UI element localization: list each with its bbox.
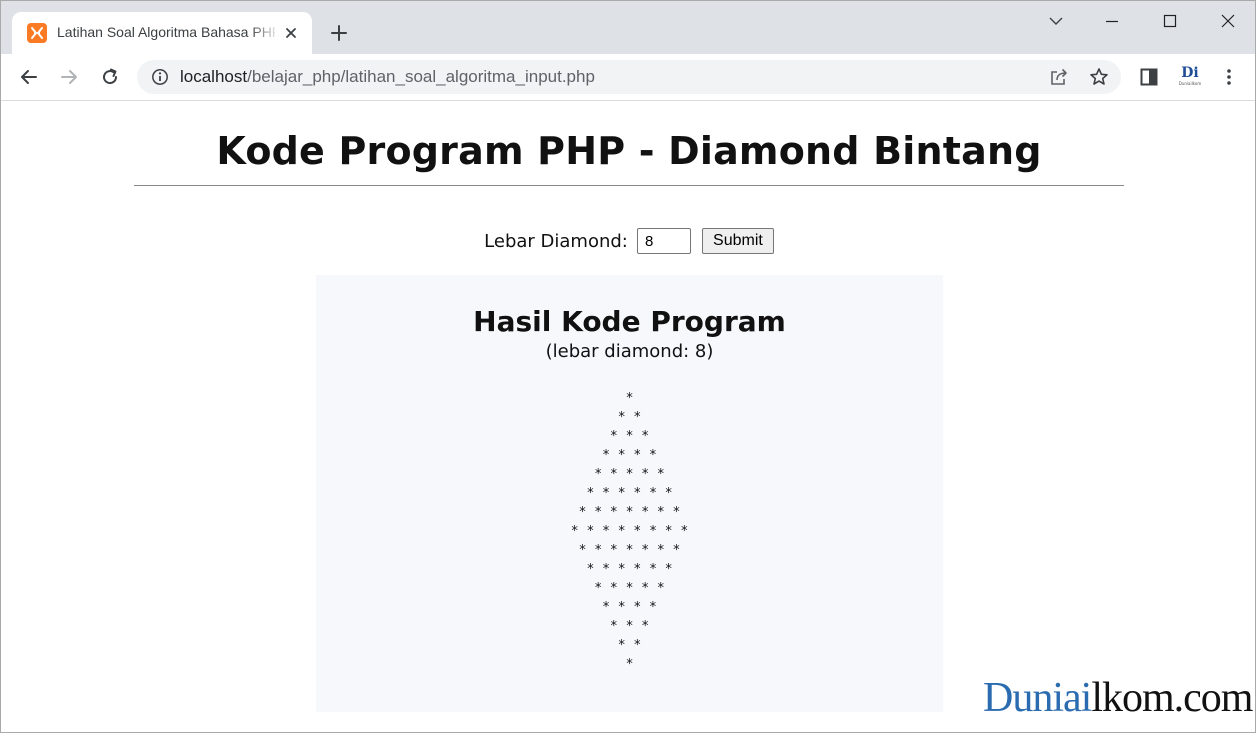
diamond-row: * * * — [609, 429, 650, 444]
url-text[interactable]: localhost/belajar_php/latihan_soal_algor… — [180, 67, 595, 87]
back-arrow-icon[interactable] — [15, 63, 43, 91]
diamond-row: * * * * — [602, 600, 657, 615]
browser-toolbar: localhost/belajar_php/latihan_soal_algor… — [1, 54, 1255, 101]
url-host: localhost — [180, 67, 248, 86]
address-bar[interactable]: localhost/belajar_php/latihan_soal_algor… — [137, 60, 1121, 94]
diamond-row: * * * * — [602, 448, 657, 463]
diamond-row: * * * * * — [594, 467, 665, 482]
forward-arrow-icon[interactable] — [55, 63, 83, 91]
tab-strip: Latihan Soal Algoritma Bahasa PHP — [1, 1, 1255, 54]
result-title: Hasil Kode Program — [473, 305, 786, 338]
extension-sublabel: Duniailkom — [1178, 81, 1202, 86]
submit-button[interactable]: Submit — [702, 228, 774, 254]
tab-title: Latihan Soal Algoritma Bahasa PHP — [57, 24, 275, 40]
diamond-row: * — [625, 657, 634, 672]
tab-close-icon[interactable] — [282, 24, 300, 42]
diamond-row: * * * * * * — [586, 486, 673, 501]
diamond-row: * * * — [609, 619, 650, 634]
diamond-row: * * * * * — [594, 581, 665, 596]
close-window-icon[interactable] — [1216, 9, 1240, 33]
page-content: Kode Program PHP - Diamond Bintang Lebar… — [1, 101, 1255, 732]
diamond-form: Lebar Diamond: Submit — [1, 228, 1255, 254]
diamond-row: * * — [617, 638, 642, 653]
watermark-part-1: Duniai — [983, 675, 1092, 721]
maximize-icon[interactable] — [1158, 9, 1182, 33]
diamond-row: * * — [617, 410, 642, 425]
tab-search-chevron-down-icon[interactable] — [1044, 9, 1068, 33]
diamond-output: * * * * * * * * * * * * * * * * * * * * * * * … — [316, 389, 943, 674]
share-icon[interactable] — [1049, 67, 1069, 87]
reload-icon[interactable] — [96, 63, 124, 91]
side-panel-icon[interactable] — [1137, 65, 1161, 89]
minimize-icon[interactable] — [1100, 9, 1124, 33]
title-divider — [134, 185, 1124, 186]
extension-label: Di — [1181, 65, 1199, 81]
site-info-icon[interactable] — [151, 68, 169, 86]
result-panel: Hasil Kode Program (lebar diamond: 8) * *… — [316, 275, 943, 712]
xampp-favicon-icon — [27, 23, 47, 43]
result-subtitle: (lebar diamond: 8) — [545, 341, 714, 362]
page-title: Kode Program PHP - Diamond Bintang — [216, 129, 1042, 173]
diamond-row: * * * * * * — [586, 562, 673, 577]
watermark-part-2: lkom.com — [1091, 675, 1253, 721]
diamond-row: * * * * * * * — [578, 543, 681, 558]
new-tab-plus-icon[interactable] — [327, 21, 351, 45]
lebar-diamond-label: Lebar Diamond: — [484, 230, 628, 252]
diamond-row: * * * * * * * * — [570, 524, 689, 539]
lebar-diamond-input[interactable] — [636, 228, 691, 254]
browser-window: Latihan Soal Algoritma Bahasa PHP localh… — [0, 0, 1256, 733]
duniailkom-extension-icon[interactable]: Di Duniailkom — [1177, 65, 1203, 89]
diamond-row: * — [625, 391, 634, 406]
tab-title-fade — [250, 20, 280, 46]
diamond-row: * * * * * * * — [578, 505, 681, 520]
browser-tab[interactable]: Latihan Soal Algoritma Bahasa PHP — [12, 12, 312, 54]
url-path: /belajar_php/latihan_soal_algoritma_inpu… — [247, 67, 595, 86]
bookmark-star-icon[interactable] — [1089, 67, 1109, 87]
duniailkom-watermark: Duniailkom.com — [983, 674, 1253, 722]
menu-dots-icon[interactable] — [1217, 65, 1241, 89]
